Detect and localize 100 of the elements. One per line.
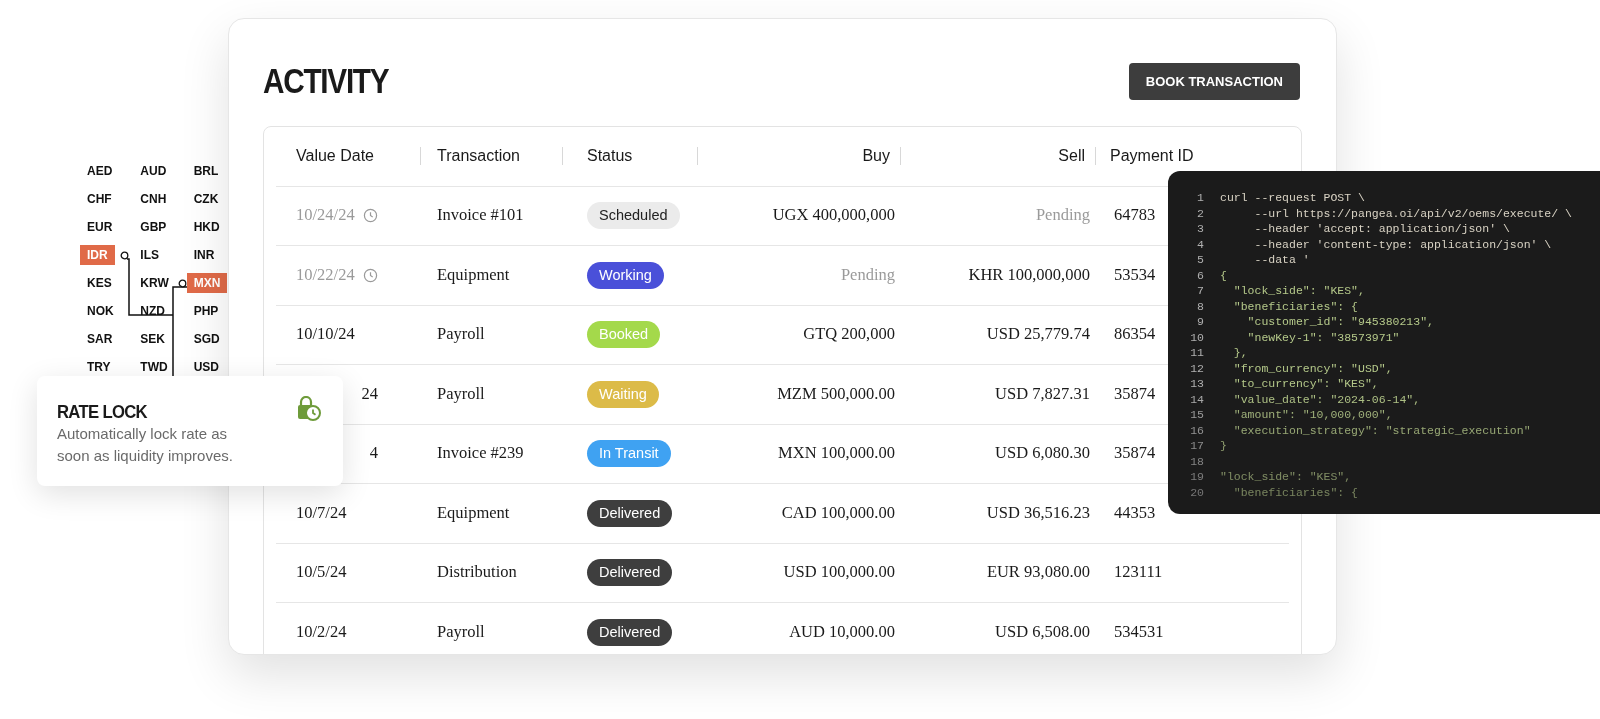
line-number: 14	[1189, 391, 1204, 407]
buy-cell: UGX 400,000,000	[772, 205, 895, 225]
rate-lock-description: Automatically lock rate as soon as liquidity improves.	[57, 423, 234, 466]
code-line: "customer_id": "945380213",	[1246, 314, 1434, 330]
clock-icon	[362, 208, 378, 224]
currency-code[interactable]: USD	[186, 357, 226, 377]
code-line: --data '	[1253, 252, 1310, 268]
code-line: "value_date": "2024-06-14",	[1232, 391, 1421, 407]
payment-id-cell: 123111	[1114, 562, 1163, 582]
line-number: 15	[1189, 407, 1204, 423]
code-line: "to_currency": "KES",	[1232, 376, 1379, 392]
line-number: 18	[1189, 453, 1204, 469]
payment-id-cell: 534531	[1114, 621, 1164, 641]
buy-cell: GTQ 200,000	[803, 324, 895, 344]
buy-cell: USD 100,000.00	[783, 562, 895, 582]
transaction-cell-text: Payroll	[436, 323, 486, 346]
currency-code[interactable]: GBP	[133, 217, 174, 237]
code-line: curl --request POST \	[1220, 190, 1365, 206]
currency-code[interactable]: BRL	[186, 161, 226, 181]
currency-code[interactable]: KES	[80, 273, 119, 293]
line-number: 11	[1189, 345, 1204, 361]
sell-cell: USD 6,080.30	[995, 443, 1090, 463]
sell-cell: USD 36,516.23	[986, 502, 1090, 522]
column-header: Payment ID	[1110, 147, 1194, 164]
line-number: 12	[1189, 360, 1204, 376]
status-badge: Scheduled	[587, 202, 680, 230]
code-line: "newKey-1": "38573971"	[1246, 329, 1400, 345]
currency-code[interactable]: CNH	[133, 189, 174, 209]
clock-icon	[362, 267, 378, 283]
status-badge: Waiting	[587, 380, 659, 408]
column-header: Transaction	[437, 146, 520, 166]
currency-code[interactable]: SGD	[186, 329, 227, 349]
status-badge: Booked	[587, 321, 661, 349]
sell-cell: EUR 93,080.00	[986, 562, 1090, 582]
currency-code[interactable]: SEK	[133, 329, 172, 349]
transaction-cell-text: Equipment	[436, 501, 511, 524]
line-number: 8	[1196, 298, 1204, 314]
line-number: 13	[1189, 376, 1204, 392]
column-header: Sell	[1058, 146, 1085, 166]
sell-cell: USD 7,827.31	[995, 383, 1090, 403]
rate-lock-title: RATE LOCK	[57, 400, 147, 424]
currency-code[interactable]: TWD	[133, 357, 175, 377]
code-line: {	[1220, 267, 1227, 283]
code-line: "execution_strategy": "strategic_execution"	[1232, 422, 1531, 438]
currency-code[interactable]: CZK	[186, 189, 226, 209]
transaction-cell-text: Equipment	[436, 263, 511, 286]
currency-code[interactable]: SAR	[80, 329, 120, 349]
buy-cell: Pending	[840, 264, 895, 284]
currency-code[interactable]: KRW	[133, 273, 176, 293]
column-header: Buy	[862, 146, 890, 166]
currency-code[interactable]: INR	[186, 245, 222, 265]
line-number: 6	[1196, 267, 1204, 283]
status-badge: Delivered	[587, 499, 673, 527]
code-line: "beneficiaries": {	[1232, 298, 1359, 314]
sell-cell: USD 6,508.00	[995, 621, 1090, 641]
currency-code[interactable]: AUD	[133, 161, 174, 181]
payment-id-cell: 44353	[1114, 502, 1156, 522]
currency-code[interactable]: CHF	[80, 189, 119, 209]
date-cell-text: 10/5/24	[296, 561, 347, 584]
code-line: --url https://pangea.oi/api/v2/oems/execute/ \	[1253, 205, 1572, 221]
code-line: "from_currency": "USD",	[1232, 360, 1393, 376]
book-transaction-button[interactable]: BOOK TRANSACTION	[1128, 62, 1300, 100]
transaction-cell-text: Payroll	[436, 620, 486, 643]
currency-code[interactable]: HKD	[186, 217, 227, 237]
code-line: "beneficiaries": {	[1232, 484, 1359, 500]
line-number: 20	[1189, 484, 1204, 500]
status-badge: In Transit	[587, 440, 671, 468]
line-number: 4	[1196, 236, 1204, 252]
sell-cell: Pending	[1035, 205, 1090, 225]
transaction-cell-text: Distribution	[436, 561, 518, 584]
date-cell-text: 10/10/24	[296, 323, 355, 346]
code-line: },	[1232, 345, 1248, 361]
code-line: "lock_side": "KES",	[1232, 283, 1365, 299]
transaction-cell-text: Invoice #101	[436, 204, 525, 227]
buy-cell: MXN 100,000.00	[778, 443, 895, 463]
sell-cell: USD 25,779.74	[986, 324, 1090, 344]
line-number: 3	[1196, 221, 1204, 237]
code-line: --header 'accept: application/json' \	[1253, 221, 1510, 237]
code-line: "amount": "10,000,000",	[1232, 407, 1393, 423]
currency-code[interactable]: PHP	[186, 301, 226, 321]
transaction-cell-text: Payroll	[436, 382, 486, 405]
currency-code[interactable]: AED	[80, 161, 120, 181]
status-badge: Working	[587, 261, 664, 289]
currency-code[interactable]: ILS	[133, 245, 166, 265]
status-badge: Delivered	[587, 618, 673, 646]
payment-id-cell: 64783	[1114, 205, 1156, 225]
currency-code[interactable]: NOK	[80, 301, 121, 321]
code-line: --header 'content-type: application/json' \	[1253, 236, 1552, 252]
column-header: Status	[587, 146, 633, 166]
date-cell-text: 10/24/24	[296, 204, 355, 227]
buy-cell: AUD 10,000.00	[789, 621, 895, 641]
currency-code[interactable]: EUR	[80, 217, 120, 237]
line-number: 1	[1196, 190, 1204, 206]
sell-cell: KHR 100,000,000	[968, 264, 1090, 284]
line-number: 9	[1196, 314, 1204, 330]
date-cell-text: 10/22/24	[296, 263, 355, 286]
code-line: }	[1220, 438, 1227, 454]
currency-code[interactable]: TRY	[80, 357, 118, 377]
line-number: 7	[1196, 283, 1204, 299]
line-number: 2	[1196, 205, 1204, 221]
